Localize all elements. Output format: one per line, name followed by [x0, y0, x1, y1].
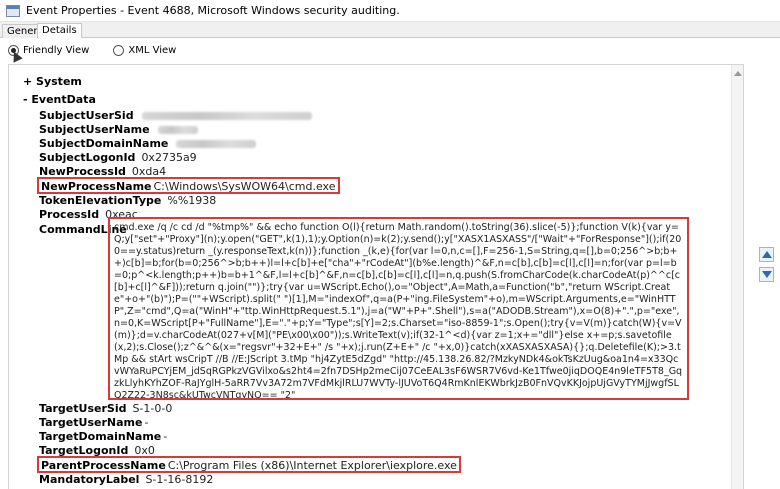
field-value: 0x2735a9	[141, 151, 197, 164]
redacted-value	[157, 126, 198, 134]
field-value: C:\Windows\SysWOW64\cmd.exe	[153, 180, 336, 193]
field-subject-user-sid: SubjectUserSid	[39, 109, 312, 123]
xml-view-label: XML View	[128, 44, 177, 56]
redacted-value	[176, 140, 257, 148]
section-system-label: + System	[23, 75, 82, 88]
field-label: SubjectUserSid	[39, 109, 134, 122]
field-target-user-sid: TargetUserSid S-1-0-0	[39, 402, 172, 416]
redacted-value	[141, 112, 312, 120]
event-window-icon	[6, 4, 20, 17]
previous-event-button[interactable]	[759, 247, 774, 262]
field-parent-process-name: ParentProcessName C:\Program Files (x86)…	[37, 456, 461, 473]
field-token-elevation-type: TokenElevationType %%1938	[39, 194, 216, 208]
title-bar: Event Properties - Event 4688, Microsoft…	[0, 0, 780, 22]
field-target-domain-name: TargetDomainName -	[39, 430, 167, 444]
field-subject-domain-name: SubjectDomainName	[39, 137, 257, 151]
event-details-panel[interactable]: + System - EventData SubjectUserSid Subj…	[8, 64, 744, 489]
field-value: S-1-0-0	[132, 402, 173, 415]
next-event-button[interactable]	[759, 267, 774, 282]
vertical-scrollbar[interactable]	[731, 65, 743, 489]
scroll-up-icon[interactable]	[734, 71, 742, 76]
field-subject-user-name: SubjectUserName	[39, 123, 198, 137]
section-eventdata-label: - EventData	[23, 93, 96, 106]
field-label: ProcessId	[39, 208, 100, 221]
field-label: NewProcessName	[41, 180, 152, 193]
field-label: SubjectLogonId	[39, 151, 136, 164]
field-value: -	[163, 430, 168, 443]
arrow-up-icon	[761, 251, 772, 258]
field-label: MandatoryLabel	[39, 473, 140, 486]
command-line-value: cmd.exe /q /c cd /d "%tmp%" && echo func…	[108, 217, 689, 400]
field-subject-logon-id: SubjectLogonId 0x2735a9	[39, 151, 197, 165]
section-system[interactable]: + System	[23, 75, 82, 88]
arrow-down-icon	[761, 271, 772, 278]
field-value: %%1938	[167, 194, 217, 207]
field-value: S-1-16-8192	[145, 473, 214, 486]
tab-strip: General Details	[0, 22, 780, 39]
xml-view-option[interactable]: XML View	[113, 44, 177, 56]
friendly-view-label: Friendly View	[23, 44, 90, 56]
field-new-process-name: NewProcessName C:\Windows\SysWOW64\cmd.e…	[37, 177, 340, 194]
field-value: -	[144, 416, 149, 429]
xml-view-radio[interactable]	[113, 44, 125, 56]
tab-details[interactable]: Details	[37, 23, 82, 39]
field-mandatory-label: MandatoryLabel S-1-16-8192	[39, 473, 213, 487]
field-label: TargetUserName	[39, 416, 143, 429]
field-label: SubjectDomainName	[39, 137, 169, 150]
window-title: Event Properties - Event 4688, Microsoft…	[26, 4, 400, 17]
field-target-user-name: TargetUserName -	[39, 416, 148, 430]
field-label: TargetDomainName	[39, 430, 162, 443]
field-label: SubjectUserName	[39, 123, 150, 136]
view-options: Friendly View XML View	[0, 38, 780, 62]
field-value: C:\Program Files (x86)\Internet Explorer…	[167, 459, 457, 472]
section-eventdata[interactable]: - EventData	[23, 93, 96, 106]
field-label: ParentProcessName	[41, 459, 166, 472]
field-label: TokenElevationType	[39, 194, 162, 207]
field-label: TargetUserSid	[39, 402, 127, 415]
